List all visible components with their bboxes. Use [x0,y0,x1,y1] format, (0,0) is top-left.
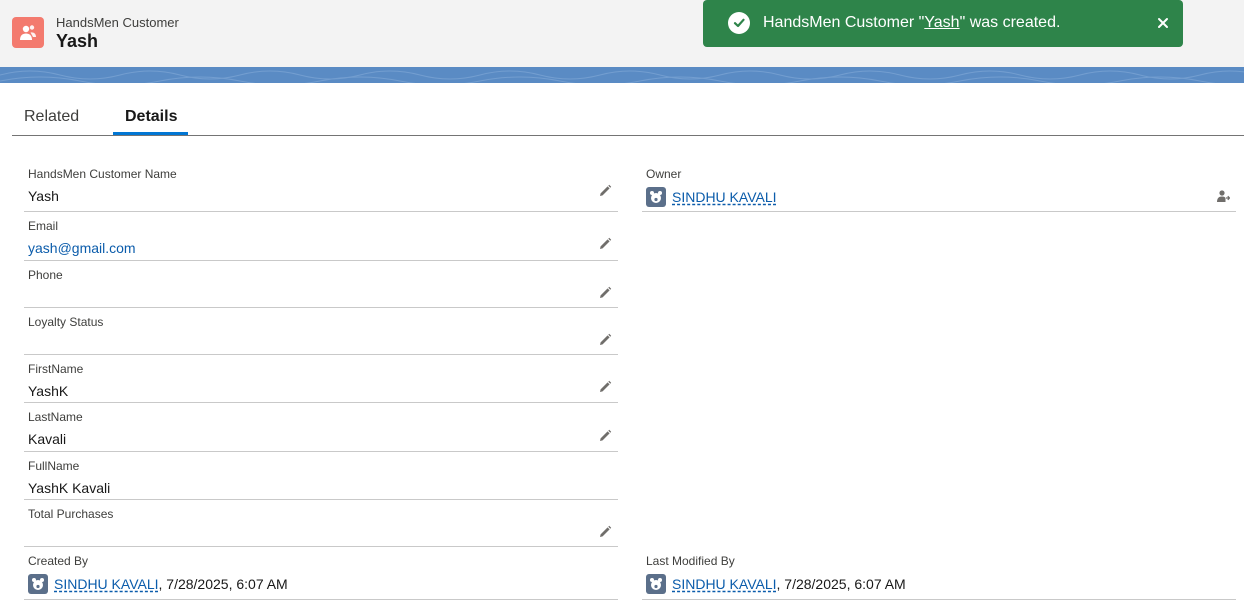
toast-message: HandsMen Customer "Yash" was created. [763,14,1060,32]
record-title: Yash [56,31,99,51]
field-owner: Owner SINDHU KAVALI [642,160,1236,212]
edit-pencil-icon[interactable] [598,429,612,443]
user-avatar-icon [646,187,666,207]
object-type-label: HandsMen Customer [56,15,179,30]
field-label: HandsMen Customer Name [28,167,177,181]
created-by-user-link[interactable]: SINDHU KAVALI [54,576,159,592]
tab-related[interactable]: Related [24,108,79,126]
user-avatar-icon [28,574,48,594]
field-value: YashK Kavali [28,480,111,496]
edit-pencil-icon[interactable] [598,380,612,394]
close-icon[interactable] [1156,16,1170,30]
last-modified-by-value: SINDHU KAVALI, 7/28/2025, 6:07 AM [646,574,906,594]
edit-pencil-icon[interactable] [598,184,612,198]
header-banner [0,67,1244,83]
change-owner-icon[interactable] [1216,189,1231,203]
field-label: Last Modified By [646,554,735,568]
field-last-modified-by: Last Modified By SINDHU KAVALI, 7/28/202… [642,547,1236,600]
user-avatar-icon [646,574,666,594]
field-lastname: LastName Kavali [24,403,618,452]
field-label: Owner [646,167,682,181]
last-modified-datetime: , 7/28/2025, 6:07 AM [776,576,906,592]
edit-pencil-icon[interactable] [598,525,612,539]
created-by-datetime: , 7/28/2025, 6:07 AM [158,576,288,592]
field-customer-name: HandsMen Customer Name Yash [24,160,618,212]
field-label: LastName [28,410,83,424]
customer-object-icon [12,17,44,48]
field-label: Total Purchases [28,507,114,521]
tab-details[interactable]: Details [125,108,177,126]
owner-value: SINDHU KAVALI [646,187,777,207]
field-loyalty-status: Loyalty Status [24,308,618,355]
field-label: Loyalty Status [28,315,104,329]
field-value: Kavali [28,431,67,447]
toast-record-link[interactable]: Yash [924,14,959,31]
toast-message-prefix: HandsMen Customer " [763,14,925,31]
field-label: Phone [28,268,63,282]
success-check-icon [728,12,750,34]
field-value: Yash [28,188,59,204]
last-modified-by-user-link[interactable]: SINDHU KAVALI [672,576,777,592]
field-label: FullName [28,459,80,473]
field-label: Created By [28,554,89,568]
field-firstname: FirstName YashK [24,355,618,403]
success-toast: HandsMen Customer "Yash" was created. [703,0,1183,47]
field-label: Email [28,219,59,233]
created-by-value: SINDHU KAVALI, 7/28/2025, 6:07 AM [28,574,288,594]
active-tab-indicator [113,132,188,135]
email-link[interactable]: yash@gmail.com [28,240,136,256]
field-phone: Phone [24,261,618,308]
field-value: YashK [28,383,69,399]
field-created-by: Created By SINDHU KAVALI, 7/28/2025, 6:0… [24,547,618,600]
field-fullname: FullName YashK Kavali [24,452,618,500]
field-email: Email yash@gmail.com [24,212,618,261]
edit-pencil-icon[interactable] [598,237,612,251]
edit-pencil-icon[interactable] [598,286,612,300]
owner-user-link[interactable]: SINDHU KAVALI [672,189,777,205]
field-total-purchases: Total Purchases [24,500,618,547]
record-tabs: Related Details [12,96,1244,136]
toast-message-suffix: " was created. [959,14,1061,31]
field-label: FirstName [28,362,84,376]
edit-pencil-icon[interactable] [598,333,612,347]
